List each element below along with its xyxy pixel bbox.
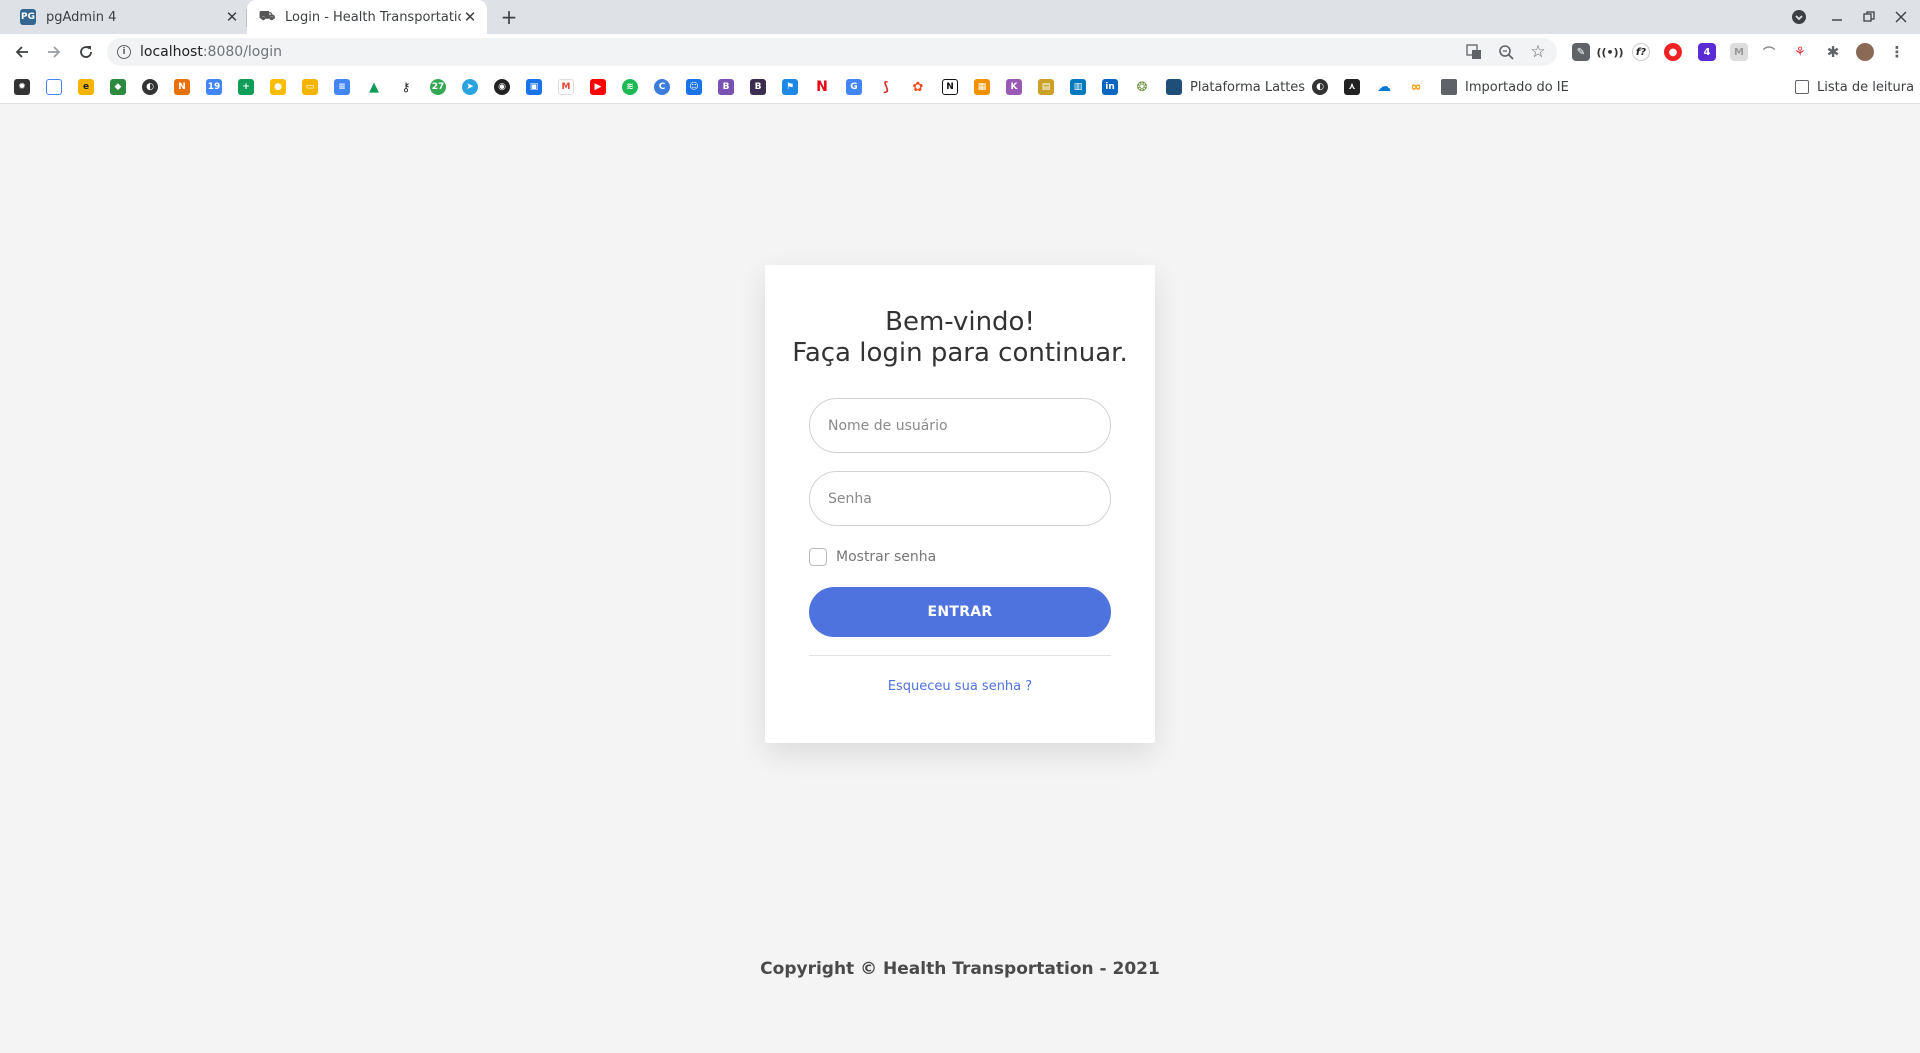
reading-list-label: Lista de leitura: [1817, 79, 1915, 95]
extension-font-icon[interactable]: f?: [1632, 43, 1650, 61]
copyright-footer: Copyright © Health Transportation - 2021: [760, 959, 1160, 979]
new-tab-button[interactable]: +: [498, 5, 520, 29]
bookmark-label: Importado do IE: [1465, 79, 1569, 95]
login-instruction-text: Faça login para continuar.: [792, 338, 1128, 368]
welcome-text: Bem-vindo!: [885, 307, 1035, 337]
bookmark-flag-icon[interactable]: ◆: [110, 79, 126, 95]
bookmark-label: Plataforma Lattes: [1190, 79, 1306, 95]
address-bar[interactable]: i localhost:8080/login: [107, 38, 1557, 66]
url-host: localhost: [140, 44, 203, 60]
minimize-icon[interactable]: [1822, 0, 1852, 34]
bookmark-sheets-icon[interactable]: +: [238, 79, 254, 95]
bookmark-onedrive-icon[interactable]: ☁: [1376, 79, 1392, 95]
bookmark-b-icon[interactable]: B: [750, 79, 766, 95]
bookmark-e-icon[interactable]: e: [78, 79, 94, 95]
extensions-puzzle-icon[interactable]: ✱: [1824, 43, 1842, 61]
browser-tab-strip: PG pgAdmin 4 ✕ ⛟ Login - Health Transpor…: [0, 0, 1920, 34]
tab-pgadmin[interactable]: PG pgAdmin 4 ✕: [8, 0, 245, 34]
reload-icon[interactable]: [72, 38, 100, 66]
bookmark-calendar-grid-icon[interactable]: [46, 79, 62, 95]
bookmark-telegram-icon[interactable]: ➤: [462, 79, 478, 95]
password-input[interactable]: [809, 471, 1111, 526]
login-heading: Bem-vindo! Faça login para continuar.: [765, 307, 1155, 369]
bookmark-notion-icon[interactable]: N: [942, 79, 958, 95]
close-tab-icon[interactable]: ✕: [223, 8, 241, 26]
show-password-checkbox[interactable]: [809, 548, 827, 566]
bookmark-contacts-icon[interactable]: ☺: [686, 79, 702, 95]
username-input[interactable]: [809, 398, 1111, 453]
bookmark-globe-icon[interactable]: ◐: [142, 79, 158, 95]
tab-login[interactable]: ⛟ Login - Health Transportation ✕: [247, 0, 487, 34]
bookmark-figma-icon[interactable]: ✿: [910, 79, 926, 95]
bookmark-news-icon[interactable]: N: [174, 79, 190, 95]
login-submit-button[interactable]: ENTRAR: [809, 587, 1111, 637]
bookmark-star-icon[interactable]: ☆: [1524, 38, 1552, 66]
show-password-row[interactable]: Mostrar senha: [809, 547, 936, 567]
bookmark-blue-flag-icon[interactable]: ⚑: [782, 79, 798, 95]
extension-adblock-icon[interactable]: ●: [1664, 43, 1682, 61]
bookmark-bootstrap-icon[interactable]: B: [718, 79, 734, 95]
bookmark-pdf-icon[interactable]: ⋏: [1344, 79, 1360, 95]
extension-link-icon[interactable]: ⌒: [1760, 43, 1778, 61]
tab-title: pgAdmin 4: [46, 9, 117, 25]
bookmark-k-icon[interactable]: K: [1006, 79, 1022, 95]
bookmark-docs-icon[interactable]: ≡: [334, 79, 350, 95]
bookmark-cc-icon[interactable]: ∞: [1408, 79, 1424, 95]
bookmark-github-icon[interactable]: ◉: [494, 79, 510, 95]
bookmark-translate-icon[interactable]: G: [846, 79, 862, 95]
bookmark-youtube-icon[interactable]: ▶: [590, 79, 606, 95]
bookmark-meet-icon[interactable]: ▣: [526, 79, 542, 95]
profile-avatar[interactable]: [1856, 43, 1874, 61]
lattes-icon: [1166, 79, 1182, 95]
bookmark-linkedin-icon[interactable]: in: [1102, 79, 1118, 95]
reading-list-icon: [1795, 80, 1809, 94]
browser-menu-icon[interactable]: ⋮: [1888, 43, 1906, 61]
pgadmin-icon: PG: [20, 9, 36, 25]
bookmark-acrobat-icon[interactable]: ⟆: [878, 79, 894, 95]
reading-list-button[interactable]: Lista de leitura: [1795, 70, 1914, 104]
bookmark-seal-icon[interactable]: ❂: [1134, 79, 1150, 95]
bookmark-image-icon[interactable]: ▤: [1038, 79, 1054, 95]
extension-m-icon[interactable]: M: [1730, 43, 1748, 61]
url-path: :8080/login: [202, 44, 283, 60]
bookmarks-bar: ✹ e ◆ ◐ N 19 + ● ▭ ≡ ▲ ⚷ 27 ➤ ◉ ▣ M ▶ ≋ …: [0, 70, 1920, 104]
forgot-password-link[interactable]: Esqueceu sua senha ?: [765, 679, 1155, 694]
browser-toolbar: i localhost:8080/login ☆ ✎ ((•)) f? ● 4 …: [0, 34, 1920, 70]
bookmark-slides-icon[interactable]: ▭: [302, 79, 318, 95]
bookmark-netflix-icon[interactable]: N: [814, 79, 830, 95]
bookmark-drive-icon[interactable]: ▲: [366, 79, 382, 95]
bookmark-key-icon[interactable]: ⚷: [398, 79, 414, 95]
bookmark-globe-2-icon[interactable]: ◐: [1312, 79, 1328, 95]
health-transport-icon: ⛟: [258, 8, 276, 24]
bookmark-grid-icon[interactable]: ▦: [974, 79, 990, 95]
tab-title: Login - Health Transportation: [285, 9, 461, 25]
extension-sitemap-icon[interactable]: ⚘: [1791, 43, 1809, 61]
tab-search-icon[interactable]: [1784, 0, 1814, 34]
bookmark-bug-icon[interactable]: ✹: [14, 79, 30, 95]
bookmark-spotify-icon[interactable]: ≋: [622, 79, 638, 95]
restore-icon[interactable]: [1854, 0, 1884, 34]
folder-icon: [1441, 79, 1457, 95]
zoom-icon[interactable]: [1492, 38, 1520, 66]
bookmark-keep-icon[interactable]: ●: [270, 79, 286, 95]
translate-icon[interactable]: [1460, 38, 1488, 66]
close-tab-icon[interactable]: ✕: [461, 8, 479, 26]
extension-tools-icon[interactable]: ✎: [1572, 43, 1590, 61]
divider: [809, 655, 1111, 656]
login-card: Bem-vindo! Faça login para continuar. Mo…: [765, 265, 1155, 743]
extension-badge-icon[interactable]: 4: [1698, 43, 1716, 61]
bookmark-google-calendar-icon[interactable]: 19: [206, 79, 222, 95]
extension-wireless-icon[interactable]: ((•)): [1596, 43, 1623, 61]
forward-icon[interactable]: [40, 38, 68, 66]
show-password-label: Mostrar senha: [836, 549, 937, 565]
bookmark-folder-importado[interactable]: Importado do IE: [1441, 70, 1569, 104]
site-info-icon[interactable]: i: [117, 45, 131, 59]
back-icon[interactable]: [8, 38, 36, 66]
bookmark-plataforma-lattes[interactable]: Plataforma Lattes: [1166, 70, 1305, 104]
close-window-icon[interactable]: [1886, 0, 1916, 34]
bookmark-c-icon[interactable]: C: [654, 79, 670, 95]
bookmark-trello-icon[interactable]: ▥: [1070, 79, 1086, 95]
bookmark-gmail-icon[interactable]: M: [558, 79, 574, 95]
bookmark-27-icon[interactable]: 27: [430, 79, 446, 95]
